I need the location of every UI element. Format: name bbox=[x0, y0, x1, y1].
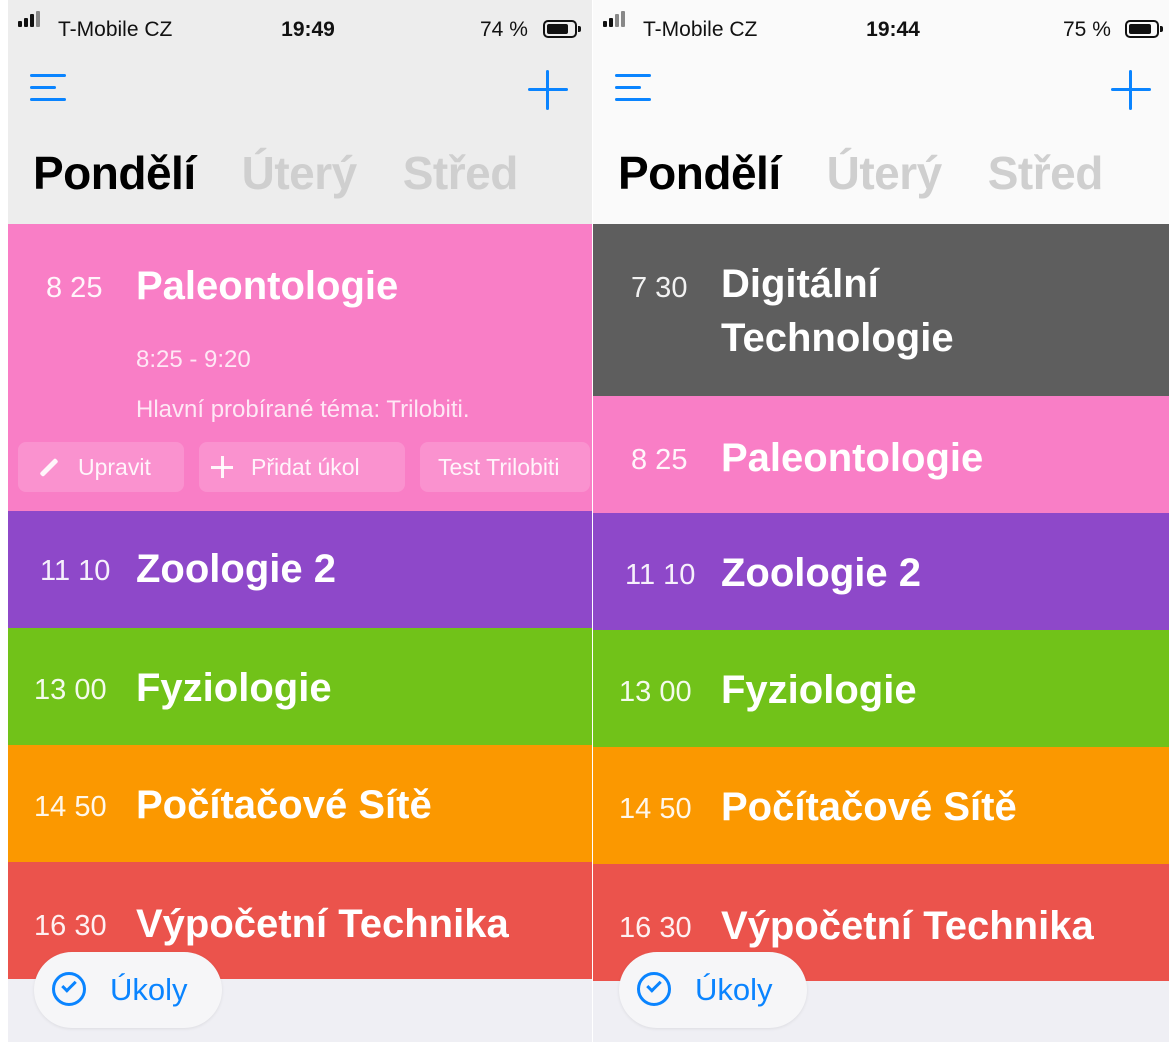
top-area: T-Mobile CZ 19:44 75 % Pondělí Úterý Střed bbox=[593, 0, 1169, 224]
tasks-label: Úkoly bbox=[110, 972, 188, 1007]
class-time: 11 10 bbox=[40, 555, 111, 587]
tasks-button[interactable]: Úkoly bbox=[619, 952, 807, 1028]
class-time: 13 00 bbox=[34, 674, 107, 706]
task-chip[interactable]: Test Trilobiti bbox=[420, 442, 590, 492]
phone-screen-left: T-Mobile CZ 19:49 74 % Pondělí Úterý Střed… bbox=[8, 0, 592, 1042]
class-title-line2: Technologie bbox=[721, 316, 954, 360]
status-time: 19:49 bbox=[281, 18, 335, 41]
class-time: 14 50 bbox=[34, 791, 107, 823]
class-row-paleontologie[interactable]: 8 25 Paleontologie 8:25 - 9:20 Hlavní pr… bbox=[8, 224, 592, 511]
pencil-icon bbox=[39, 457, 59, 478]
add-task-button[interactable]: Přidat úkol bbox=[199, 442, 405, 492]
battery-percent: 75 % bbox=[1063, 18, 1111, 41]
class-time: 8 25 bbox=[46, 272, 103, 304]
class-time: 16 30 bbox=[619, 912, 692, 944]
status-bar: T-Mobile CZ 19:49 74 % bbox=[8, 0, 592, 52]
class-row-fyziologie[interactable]: 13 00 Fyziologie bbox=[593, 630, 1169, 747]
day-tabs: Pondělí Úterý Střed bbox=[33, 146, 564, 200]
class-row-fyziologie[interactable]: 13 00 Fyziologie bbox=[8, 628, 592, 745]
hamburger-icon bbox=[615, 74, 651, 77]
tab-monday[interactable]: Pondělí bbox=[33, 147, 196, 199]
battery-icon bbox=[543, 20, 581, 38]
checkmark-circle-icon bbox=[637, 972, 671, 1006]
tasks-label: Úkoly bbox=[695, 972, 773, 1007]
menu-button[interactable] bbox=[30, 74, 66, 104]
class-row-zoologie[interactable]: 11 10 Zoologie 2 bbox=[8, 511, 592, 628]
class-list: 7 30 Digitální Technologie 8 25 Paleonto… bbox=[593, 224, 1169, 981]
tab-tuesday[interactable]: Úterý bbox=[827, 147, 943, 199]
class-row-digitalni-technologie[interactable]: 7 30 Digitální Technologie bbox=[593, 224, 1169, 396]
carrier-name: T-Mobile CZ bbox=[643, 18, 758, 41]
carrier-name: T-Mobile CZ bbox=[58, 18, 173, 41]
battery-icon bbox=[1125, 20, 1163, 38]
class-title: Paleontologie bbox=[721, 436, 984, 480]
tab-wednesday[interactable]: Střed bbox=[403, 147, 519, 199]
class-row-zoologie[interactable]: 11 10 Zoologie 2 bbox=[593, 513, 1169, 630]
tab-monday[interactable]: Pondělí bbox=[618, 147, 781, 199]
class-title: Počítačové Sítě bbox=[136, 783, 432, 827]
menu-button[interactable] bbox=[615, 74, 651, 104]
class-time: 11 10 bbox=[625, 559, 696, 591]
day-tabs: Pondělí Úterý Střed bbox=[618, 146, 1149, 200]
status-time: 19:44 bbox=[866, 18, 920, 41]
class-title: Paleontologie bbox=[136, 264, 399, 308]
class-title-line1: Digitální bbox=[721, 262, 879, 306]
class-row-paleontologie[interactable]: 8 25 Paleontologie bbox=[593, 396, 1169, 513]
tasks-button[interactable]: Úkoly bbox=[34, 952, 222, 1028]
phone-screen-right: T-Mobile CZ 19:44 75 % Pondělí Úterý Střed… bbox=[593, 0, 1169, 1042]
class-title: Zoologie 2 bbox=[136, 547, 336, 591]
class-title: Počítačové Sítě bbox=[721, 785, 1017, 829]
battery-percent: 74 % bbox=[480, 18, 528, 41]
tab-tuesday[interactable]: Úterý bbox=[242, 147, 358, 199]
class-list: 8 25 Paleontologie 8:25 - 9:20 Hlavní pr… bbox=[8, 224, 592, 979]
class-time: 14 50 bbox=[619, 793, 692, 825]
class-time: 13 00 bbox=[619, 676, 692, 708]
edit-button[interactable]: Upravit bbox=[18, 442, 184, 492]
class-time-range: 8:25 - 9:20 bbox=[136, 346, 251, 373]
class-title: Zoologie 2 bbox=[721, 551, 921, 595]
class-title: Výpočetní Technika bbox=[721, 904, 1094, 948]
add-button[interactable] bbox=[1109, 68, 1153, 112]
top-area: T-Mobile CZ 19:49 74 % Pondělí Úterý Střed bbox=[8, 0, 592, 224]
class-title: Fyziologie bbox=[721, 668, 917, 712]
class-time: 16 30 bbox=[34, 910, 107, 942]
status-bar: T-Mobile CZ 19:44 75 % bbox=[593, 0, 1169, 52]
class-row-pocitacove-site[interactable]: 14 50 Počítačové Sítě bbox=[593, 747, 1169, 864]
tab-wednesday[interactable]: Střed bbox=[988, 147, 1104, 199]
class-row-pocitacove-site[interactable]: 14 50 Počítačové Sítě bbox=[8, 745, 592, 862]
class-time: 7 30 bbox=[631, 272, 688, 304]
class-time: 8 25 bbox=[631, 444, 688, 476]
add-button[interactable] bbox=[526, 68, 570, 112]
hamburger-icon bbox=[30, 74, 66, 77]
class-note: Hlavní probírané téma: Trilobiti. bbox=[136, 396, 470, 423]
class-title: Výpočetní Technika bbox=[136, 902, 509, 946]
class-title: Fyziologie bbox=[136, 666, 332, 710]
checkmark-circle-icon bbox=[52, 972, 86, 1006]
